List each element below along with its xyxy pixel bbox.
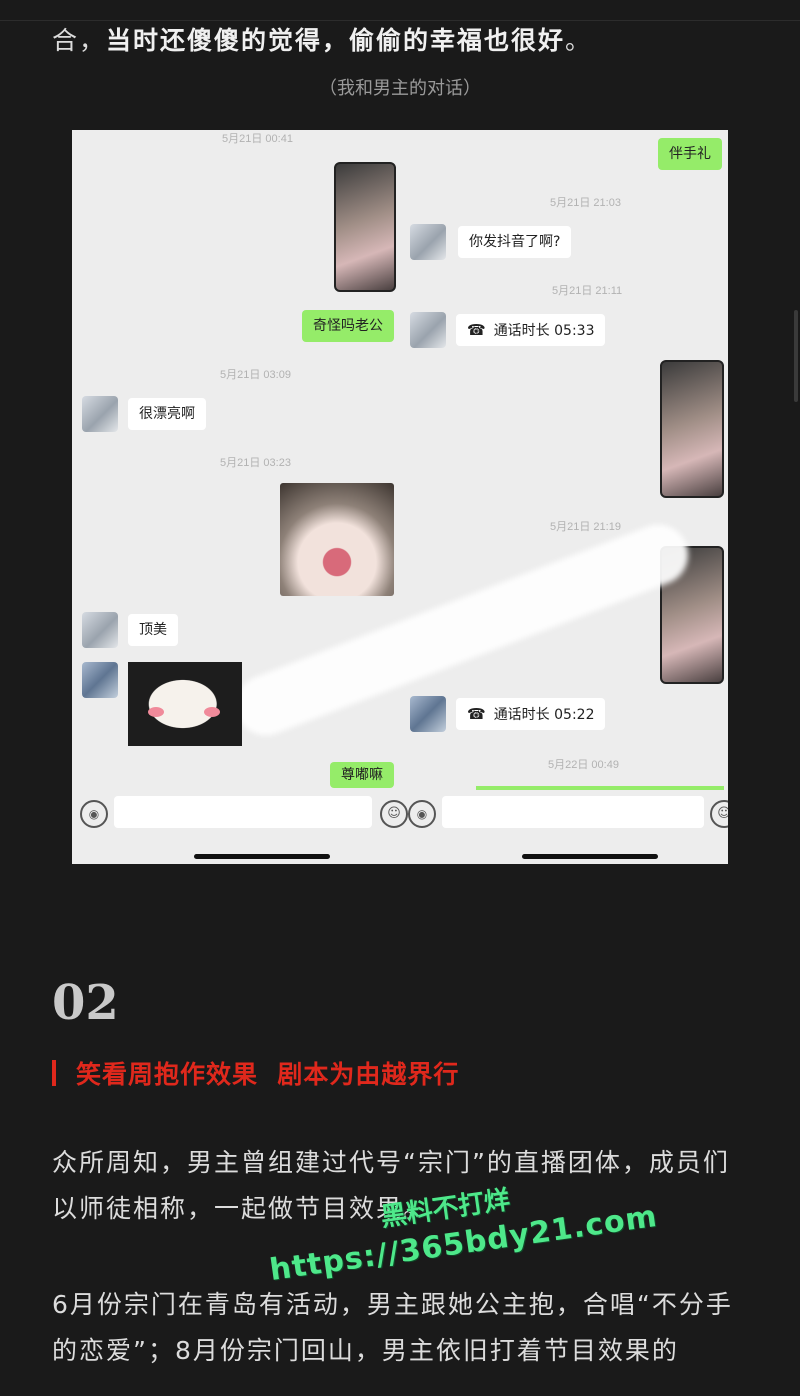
timestamp: 5月21日 21:11 <box>552 285 623 297</box>
phone-icon: ☎ <box>467 705 486 723</box>
home-indicator <box>522 854 658 859</box>
scrollbar-thumb[interactable] <box>794 310 798 402</box>
call-duration: 通话时长 05:22 <box>493 707 595 723</box>
chat-bubble: 伴手礼 <box>658 138 722 170</box>
chat-bubble: 你发抖音了啊? <box>458 226 572 258</box>
call-record-bubble: ☎ 通话时长 05:22 <box>456 698 606 730</box>
timestamp: 5月21日 21:03 <box>550 197 621 209</box>
chat-screenshot-image: 5月21日 00:41 伴手礼 5月21日 21:03 你发抖音了啊? 5月21… <box>72 130 728 864</box>
timestamp: 5月21日 03:09 <box>220 369 291 381</box>
timestamp: 5月22日 00:49 <box>548 759 619 771</box>
green-bubble-edge <box>476 786 724 790</box>
sticker-image <box>280 483 394 596</box>
lead-bold-text: 当时还傻傻的觉得，偷偷的幸福也很好 <box>106 26 566 55</box>
timestamp: 5月21日 21:19 <box>550 521 621 533</box>
chat-input-bar: ◉ ☺ <box>406 792 728 836</box>
section-number: 02 <box>52 975 119 1031</box>
avatar <box>410 312 446 348</box>
blush-mark <box>148 707 164 717</box>
body-paragraph: 6月份宗门在青岛有活动，男主跟她公主抱，合唱“不分手的恋爱”；8月份宗门回山，男… <box>52 1290 733 1365</box>
avatar <box>82 612 118 648</box>
voice-icon: ◉ <box>80 800 108 828</box>
avatar <box>410 224 446 260</box>
avatar <box>410 696 446 732</box>
emoji-icon: ☺ <box>710 800 728 828</box>
avatar <box>82 662 118 698</box>
image-caption: （我和男主的对话） <box>319 78 481 99</box>
emoji-icon: ☺ <box>380 800 408 828</box>
chat-bubble: 尊嘟嘛 <box>330 762 394 788</box>
lead-paragraph: 合，当时还傻傻的觉得，偷偷的幸福也很好。 <box>52 18 752 64</box>
call-record-bubble: ☎ 通话时长 05:33 <box>456 314 606 346</box>
call-duration: 通话时长 05:33 <box>493 323 595 339</box>
timestamp: 5月21日 03:23 <box>220 457 291 469</box>
video-thumbnail <box>334 162 396 292</box>
lead-suffix: 。 <box>565 26 593 55</box>
video-thumbnail <box>660 360 724 498</box>
lead-text: 合， <box>52 26 107 55</box>
chat-bubble: 顶美 <box>128 614 178 646</box>
timestamp: 5月21日 00:41 <box>222 133 293 145</box>
blush-mark <box>204 707 220 717</box>
chat-input-bar: ◉ ☺ <box>72 792 408 836</box>
phone-icon: ☎ <box>467 321 486 339</box>
voice-icon: ◉ <box>408 800 436 828</box>
chat-bubble: 奇怪吗老公 <box>302 310 394 342</box>
home-indicator <box>194 854 330 859</box>
message-input <box>114 796 372 828</box>
meme-sticker <box>128 662 242 746</box>
avatar <box>82 396 118 432</box>
chat-bubble: 很漂亮啊 <box>128 398 206 430</box>
message-input <box>442 796 704 828</box>
section-title: 笑看周抱作效果 剧本为由越界行 <box>76 1060 460 1089</box>
section-title-bar <box>52 1060 56 1086</box>
